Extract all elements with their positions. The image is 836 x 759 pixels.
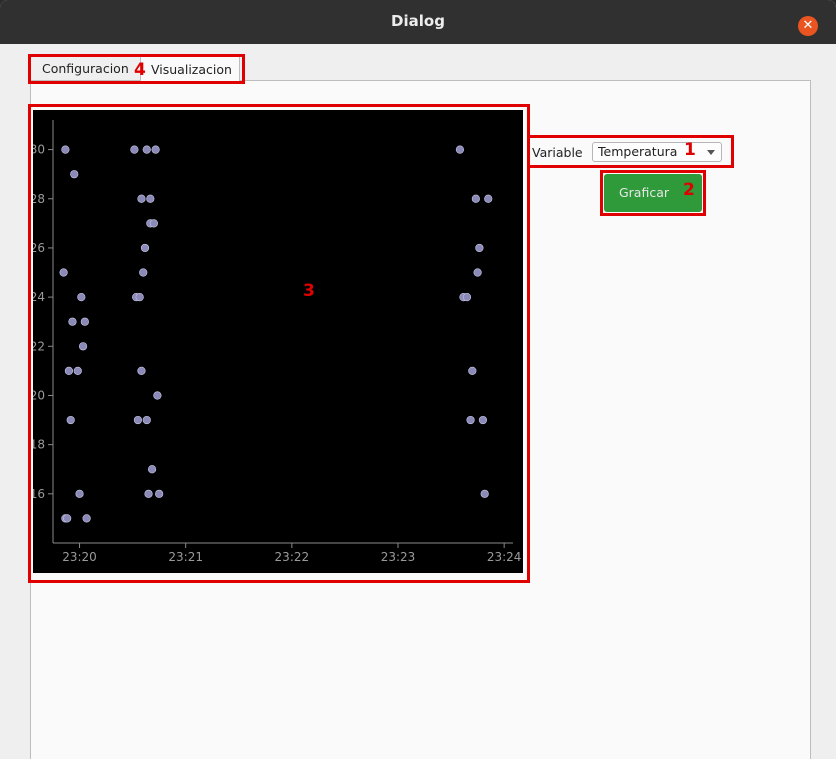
window-title: Dialog	[391, 12, 445, 30]
close-button[interactable]: ✕	[798, 16, 818, 36]
close-icon: ✕	[802, 18, 814, 33]
annotation-box-variable	[527, 135, 734, 168]
dialog-window: Dialog ✕ Configuracion Visualizacion 23:…	[0, 0, 836, 759]
annotation-number-1: 1	[684, 140, 696, 160]
annotation-number-3: 3	[303, 281, 315, 301]
annotation-number-4: 4	[134, 60, 146, 80]
annotation-number-2: 2	[683, 180, 695, 200]
title-bar[interactable]: Dialog ✕	[0, 0, 836, 44]
annotation-box-chart	[28, 104, 530, 583]
